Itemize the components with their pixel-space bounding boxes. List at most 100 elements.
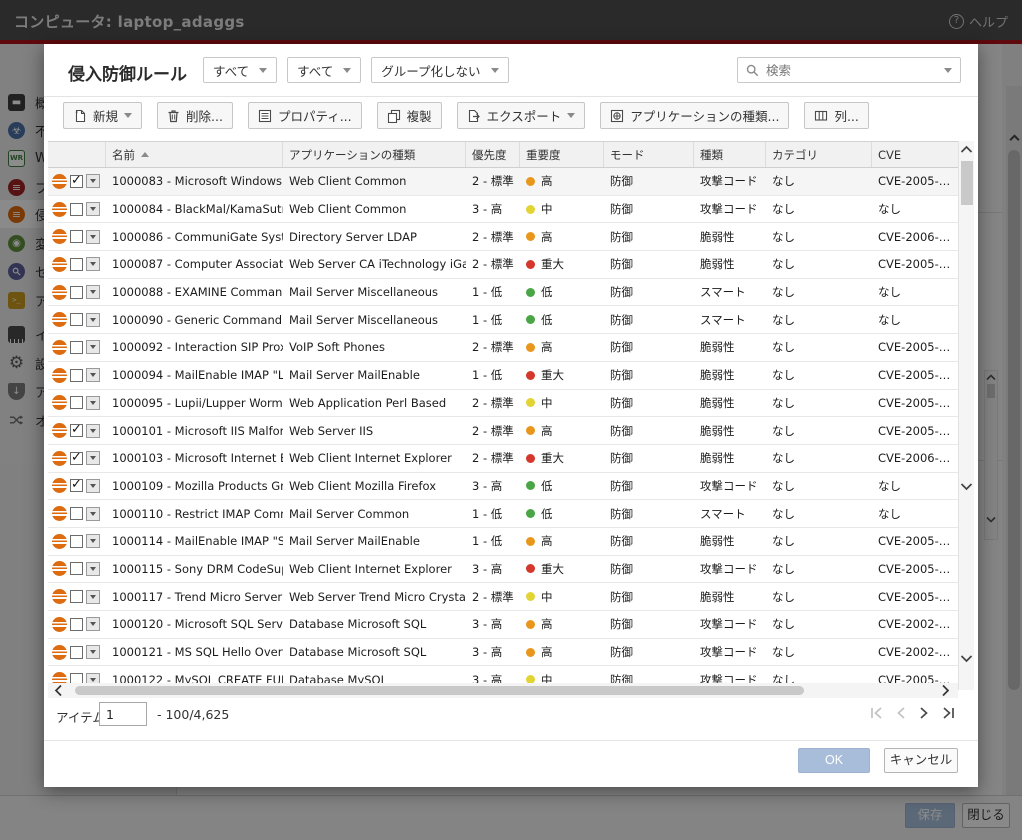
table-row[interactable]: 1000110 - Restrict IMAP Comm… Mail Serve… bbox=[48, 500, 958, 528]
table-row[interactable]: 1000121 - MS SQL Hello Overflow Database… bbox=[48, 639, 958, 667]
header-name[interactable]: 名前 bbox=[106, 142, 283, 167]
item-index-input[interactable] bbox=[99, 702, 147, 726]
scroll-right-icon[interactable] bbox=[941, 684, 950, 697]
filter-dropdown-1[interactable]: すべて bbox=[203, 57, 277, 83]
header-category[interactable]: カテゴリ bbox=[766, 142, 872, 167]
row-menu-button[interactable] bbox=[86, 673, 100, 683]
table-row[interactable]: 1000086 - CommuniGate Syste… Directory S… bbox=[48, 223, 958, 251]
columns-button[interactable]: 列... bbox=[804, 102, 868, 129]
table-horizontal-scrollbar[interactable] bbox=[48, 683, 958, 698]
cell-priority: 2 - 標準 bbox=[466, 251, 520, 278]
row-checkbox[interactable] bbox=[70, 369, 83, 382]
table-row[interactable]: 1000095 - Lupii/Lupper Worm V… Web Appli… bbox=[48, 390, 958, 418]
table-row[interactable]: 1000090 - Generic Command Fo… Mail Serve… bbox=[48, 306, 958, 334]
table-row[interactable]: 1000087 - Computer Associates… Web Serve… bbox=[48, 251, 958, 279]
header-priority[interactable]: 優先度 bbox=[466, 142, 520, 167]
table-row[interactable]: 1000083 - Microsoft Windows W… Web Clien… bbox=[48, 168, 958, 196]
row-menu-button[interactable] bbox=[86, 645, 100, 659]
duplicate-button[interactable]: 複製 bbox=[377, 102, 442, 129]
header-mode[interactable]: モード bbox=[604, 142, 694, 167]
table-row[interactable]: 1000088 - EXAMINE Command… Mail Server M… bbox=[48, 279, 958, 307]
scroll-up-icon[interactable] bbox=[960, 145, 973, 154]
row-menu-button[interactable] bbox=[86, 313, 100, 327]
export-button[interactable]: エクスポート bbox=[457, 102, 586, 129]
cell-mode: 防御 bbox=[604, 666, 694, 683]
table-row[interactable]: 1000117 - Trend Micro ServerPr… Web Serv… bbox=[48, 583, 958, 611]
row-checkbox[interactable] bbox=[70, 590, 83, 603]
delete-button[interactable]: 削除... bbox=[157, 102, 233, 129]
row-checkbox[interactable] bbox=[70, 424, 83, 437]
row-menu-button[interactable] bbox=[86, 230, 100, 244]
table-row[interactable]: 1000092 - Interaction SIP Proxy… VoIP So… bbox=[48, 334, 958, 362]
row-checkbox[interactable] bbox=[70, 341, 83, 354]
last-page-icon[interactable] bbox=[941, 706, 956, 720]
header-cve[interactable]: CVE bbox=[872, 142, 958, 167]
ok-button[interactable]: OK bbox=[798, 748, 870, 773]
row-checkbox[interactable] bbox=[70, 313, 83, 326]
table-row[interactable]: 1000103 - Microsoft Internet Ex… Web Cli… bbox=[48, 445, 958, 473]
row-menu-button[interactable] bbox=[86, 202, 100, 216]
scroll-left-icon[interactable] bbox=[54, 684, 63, 697]
cell-type: 攻撃コード bbox=[694, 196, 766, 223]
group-by-dropdown[interactable]: グループ化しない bbox=[371, 57, 508, 83]
row-checkbox[interactable] bbox=[70, 175, 83, 188]
row-menu-button[interactable] bbox=[86, 257, 100, 271]
row-checkbox[interactable] bbox=[70, 535, 83, 548]
row-menu-button[interactable] bbox=[86, 424, 100, 438]
hscroll-thumb[interactable] bbox=[75, 686, 804, 695]
row-menu-button[interactable] bbox=[86, 285, 100, 299]
row-menu-button[interactable] bbox=[86, 479, 100, 493]
row-checkbox[interactable] bbox=[70, 452, 83, 465]
row-checkbox[interactable] bbox=[70, 230, 83, 243]
row-checkbox[interactable] bbox=[70, 479, 83, 492]
next-page-icon[interactable] bbox=[918, 706, 930, 720]
filter-dropdown-2[interactable]: すべて bbox=[287, 57, 361, 83]
row-menu-button[interactable] bbox=[86, 534, 100, 548]
row-menu-button[interactable] bbox=[86, 451, 100, 465]
scroll-down-icon[interactable] bbox=[960, 482, 973, 491]
row-menu-button[interactable] bbox=[86, 590, 100, 604]
table-row[interactable]: 1000084 - BlackMal/KamaSutra… Web Client… bbox=[48, 196, 958, 224]
table-row[interactable]: 1000115 - Sony DRM CodeSupp… Web Client … bbox=[48, 556, 958, 584]
scroll-down-icon[interactable] bbox=[960, 654, 973, 663]
row-checkbox[interactable] bbox=[70, 258, 83, 271]
search-input[interactable] bbox=[766, 63, 937, 78]
row-menu-button[interactable] bbox=[86, 617, 100, 631]
application-types-button[interactable]: アプリケーションの種類... bbox=[600, 102, 789, 129]
row-checkbox[interactable] bbox=[70, 203, 83, 216]
cancel-button[interactable]: キャンセル bbox=[884, 748, 958, 773]
properties-button[interactable]: プロパティ... bbox=[248, 102, 362, 129]
header-severity[interactable]: 重要度 bbox=[520, 142, 604, 167]
cell-priority: 3 - 高 bbox=[466, 611, 520, 638]
row-checkbox[interactable] bbox=[70, 507, 83, 520]
row-checkbox[interactable] bbox=[70, 562, 83, 575]
table-row[interactable]: 1000094 - MailEnable IMAP "LO… Mail Serv… bbox=[48, 362, 958, 390]
table-vertical-scrollbar[interactable] bbox=[958, 141, 974, 690]
row-menu-button[interactable] bbox=[86, 174, 100, 188]
row-menu-button[interactable] bbox=[86, 368, 100, 382]
new-button[interactable]: 新規 bbox=[63, 102, 142, 129]
table-row[interactable]: 1000109 - Mozilla Products Gra… Web Clie… bbox=[48, 473, 958, 501]
row-menu-button[interactable] bbox=[86, 507, 100, 521]
row-checkbox[interactable] bbox=[70, 396, 83, 409]
header-application-type[interactable]: アプリケーションの種類 bbox=[283, 142, 466, 167]
row-menu-button[interactable] bbox=[86, 396, 100, 410]
previous-page-icon[interactable] bbox=[895, 706, 907, 720]
search-dropdown-icon[interactable] bbox=[944, 68, 952, 73]
cell-category: なし bbox=[766, 639, 872, 666]
row-checkbox[interactable] bbox=[70, 646, 83, 659]
row-menu-button[interactable] bbox=[86, 340, 100, 354]
row-checkbox[interactable] bbox=[70, 618, 83, 631]
row-checkbox[interactable] bbox=[70, 673, 83, 683]
table-row[interactable]: 1000114 - MailEnable IMAP "ST… Mail Serv… bbox=[48, 528, 958, 556]
cell-application-type: Directory Server LDAP bbox=[283, 223, 466, 250]
header-type[interactable]: 種類 bbox=[694, 142, 766, 167]
row-checkbox[interactable] bbox=[70, 286, 83, 299]
search-box[interactable] bbox=[737, 57, 961, 83]
first-page-icon[interactable] bbox=[869, 706, 884, 720]
table-row[interactable]: 1000101 - Microsoft IIS Malform… Web Ser… bbox=[48, 417, 958, 445]
table-row[interactable]: 1000120 - Microsoft SQL Serve… Database … bbox=[48, 611, 958, 639]
table-row[interactable]: 1000122 - MySQL CREATE FUN… Database MyS… bbox=[48, 666, 958, 683]
vscroll-thumb[interactable] bbox=[961, 161, 973, 205]
row-menu-button[interactable] bbox=[86, 562, 100, 576]
